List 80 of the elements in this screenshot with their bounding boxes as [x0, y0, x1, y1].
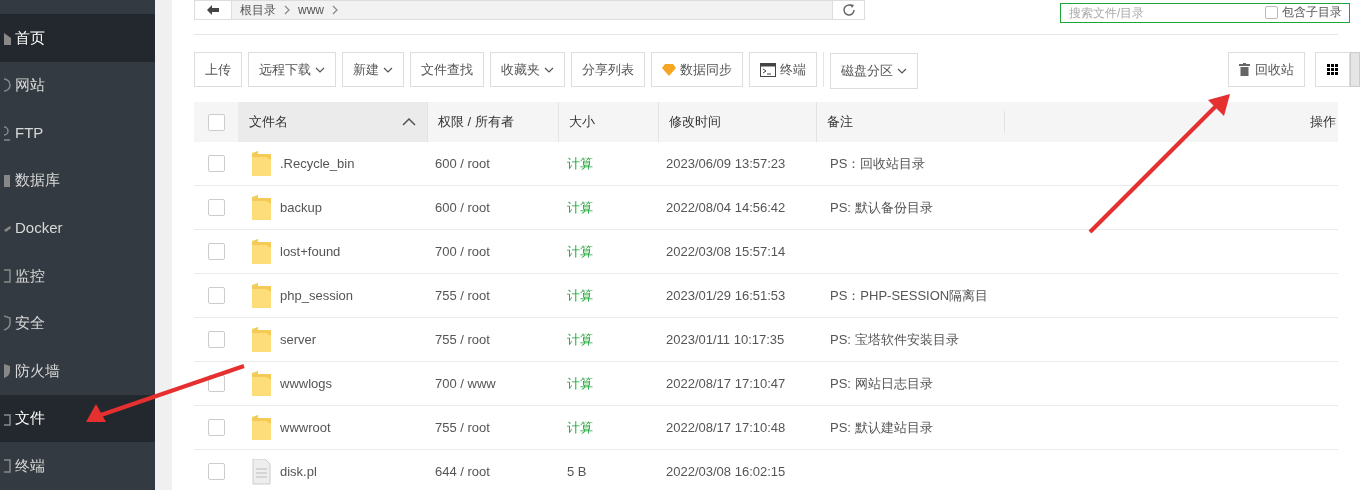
checkbox[interactable]	[207, 155, 225, 172]
file-name-link[interactable]: lost+found	[280, 241, 341, 262]
toolbar-button[interactable]: 远程下载	[248, 52, 336, 87]
toolbar-button[interactable]: 文件查找	[410, 52, 484, 87]
toolbar-button[interactable]: 磁盘分区	[830, 52, 918, 89]
chevron-right-icon	[284, 5, 290, 15]
path-field[interactable]: 根目录 www	[232, 0, 832, 20]
table-cell: 2023/06/09 13:57:23	[666, 155, 786, 171]
breadcrumb-link[interactable]: 根目录	[240, 1, 276, 19]
table-cell: 2022/08/04 14:56:42	[666, 199, 786, 215]
toolbar-button[interactable]: 终端	[749, 52, 817, 87]
column-header: 文件名	[249, 113, 288, 132]
table-cell: 700 / root	[435, 243, 490, 259]
terminal-icon	[760, 62, 776, 77]
grid-icon	[1327, 64, 1338, 75]
back-arrow-icon	[207, 5, 219, 15]
table-cell: 2022/03/08 15:57:14	[666, 243, 786, 259]
checkbox[interactable]	[207, 331, 225, 348]
sidebar-item[interactable]: 首页	[0, 14, 155, 62]
file-name-link[interactable]: wwwlogs	[280, 373, 332, 394]
grid-view-button[interactable]	[1315, 52, 1350, 87]
checkbox-label: 包含子目录	[1282, 4, 1342, 21]
checkbox[interactable]	[207, 199, 225, 216]
recycle-bin-button[interactable]: 回收站	[1228, 52, 1305, 87]
table-cell: 600 / root	[435, 155, 490, 171]
chevron-down-icon	[383, 66, 393, 73]
table-cell: 2022/08/17 17:10:48	[666, 419, 786, 435]
table-cell: 2022/08/17 17:10:47	[666, 375, 786, 391]
table-cell: 600 / root	[435, 199, 490, 215]
checkbox[interactable]	[207, 419, 225, 436]
file-name-link[interactable]: php_session	[280, 285, 353, 306]
toolbar-button[interactable]: 上传	[194, 52, 242, 87]
table-cell: 2022/03/08 16:02:15	[666, 463, 786, 479]
breadcrumb-link[interactable]: www	[298, 1, 324, 19]
sort-header[interactable]: 文件名	[238, 102, 427, 142]
document-icon	[252, 458, 271, 485]
toolbar-button[interactable]: 收藏夹	[490, 52, 565, 87]
diamond-icon	[662, 63, 676, 76]
table-cell: 755 / root	[435, 331, 490, 347]
refresh-icon	[841, 3, 856, 17]
sidebar-item[interactable]: 文件	[0, 394, 155, 443]
chevron-right-icon	[332, 5, 338, 15]
refresh-button[interactable]	[832, 0, 865, 20]
file-name-link[interactable]: server	[280, 329, 317, 350]
trash-icon	[1239, 63, 1250, 76]
checkbox[interactable]	[207, 243, 225, 260]
table-cell: 755 / root	[435, 419, 490, 435]
toolbar-button[interactable]: 新建	[342, 52, 404, 87]
table-cell: 5 B	[567, 463, 587, 479]
chevron-down-icon	[897, 67, 907, 74]
table-cell: PS：PHP-SESSION隔离目	[830, 287, 989, 303]
table-cell: 2023/01/29 16:51:53	[666, 287, 786, 303]
file-name-link[interactable]: .Recycle_bin	[280, 153, 355, 174]
table-cell: PS: 默认备份目录	[830, 199, 933, 215]
file-name-link[interactable]: wwwroot	[280, 417, 331, 438]
table-cell: PS：回收站目录	[830, 155, 926, 171]
chevron-down-icon	[315, 66, 325, 73]
sort-up-icon	[402, 118, 416, 126]
column-header: 权限 / 所有者	[438, 113, 514, 132]
table-cell: PS: 宝塔软件安装目录	[830, 331, 959, 347]
column-header: 大小	[569, 113, 595, 132]
file-name-link[interactable]: backup	[280, 197, 322, 218]
checkbox[interactable]	[207, 463, 225, 480]
table-cell: 755 / root	[435, 287, 490, 303]
table-cell: PS: 网站日志目录	[830, 375, 933, 391]
table-cell: 700 / www	[435, 375, 496, 391]
column-header: 操作	[1310, 113, 1337, 132]
table-cell: 644 / root	[435, 463, 490, 479]
toolbar-button[interactable]: 分享列表	[571, 52, 645, 87]
checkbox[interactable]	[207, 287, 225, 304]
chevron-down-icon	[544, 66, 554, 73]
table-cell: 2023/01/11 10:17:35	[666, 331, 785, 347]
column-header: 修改时间	[669, 113, 721, 132]
checkbox[interactable]	[207, 113, 225, 131]
back-button[interactable]	[194, 0, 232, 20]
column-header: 备注	[827, 113, 853, 132]
table-cell: PS: 默认建站目录	[830, 419, 933, 435]
checkbox[interactable]	[1265, 5, 1278, 19]
toolbar-button[interactable]: 数据同步	[651, 52, 743, 87]
file-name-link[interactable]: disk.pl	[280, 461, 317, 482]
